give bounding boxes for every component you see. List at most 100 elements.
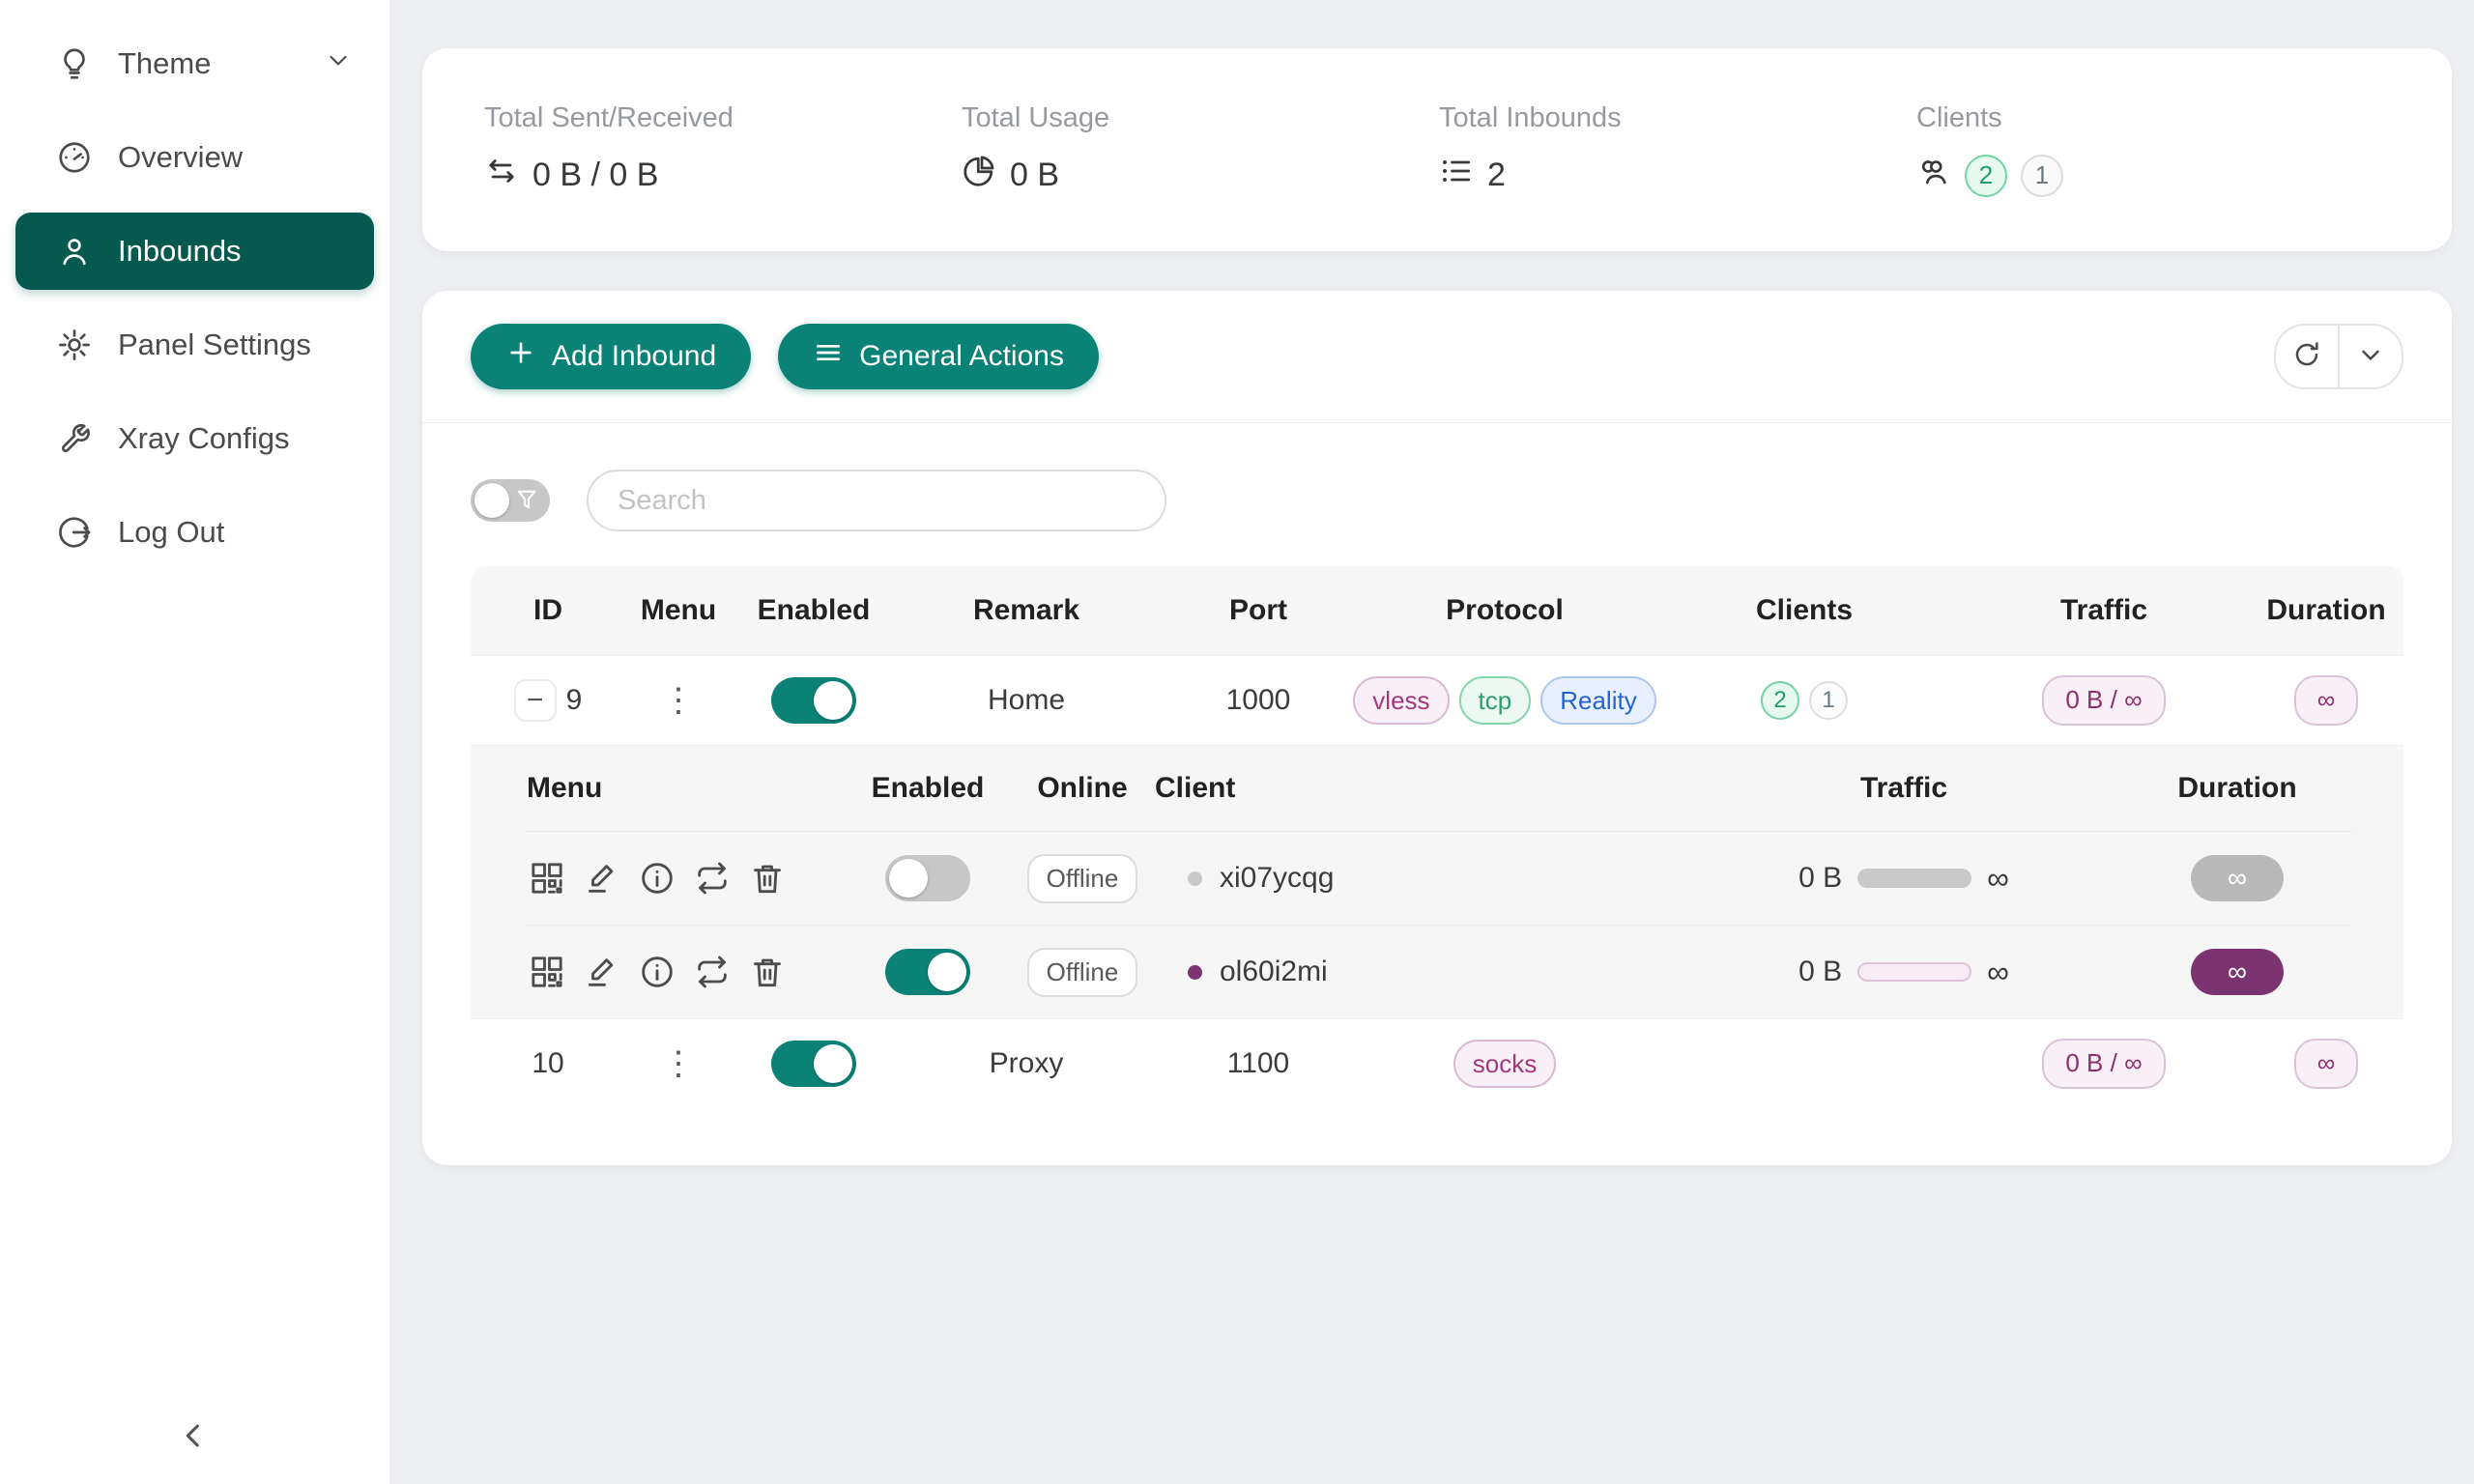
refresh-options-button[interactable] bbox=[2338, 326, 2402, 387]
col-header-menu: Menu bbox=[625, 594, 732, 627]
search-input[interactable] bbox=[587, 470, 1166, 531]
toggle-knob bbox=[889, 859, 928, 898]
col-header-traffic: Traffic bbox=[1959, 594, 2249, 627]
sidebar-item-overview[interactable]: Overview bbox=[15, 119, 374, 196]
xray-panel-app: Theme Overview Inbounds bbox=[0, 0, 2474, 1484]
clients-deactive-badge: 1 bbox=[2021, 155, 2063, 197]
list-icon bbox=[1439, 154, 1474, 197]
edit-icon[interactable] bbox=[582, 952, 622, 992]
general-actions-button[interactable]: General Actions bbox=[778, 324, 1099, 389]
sidebar-item-label: Xray Configs bbox=[118, 421, 289, 456]
stats-card: Total Sent/Received 0 B / 0 B Total Usag… bbox=[422, 48, 2452, 251]
sidebar-item-theme[interactable]: Theme bbox=[15, 25, 374, 102]
col-header-remark: Remark bbox=[896, 594, 1157, 627]
protocol-badge: socks bbox=[1453, 1040, 1556, 1089]
subcol-header-duration: Duration bbox=[2112, 772, 2363, 805]
client-enabled-toggle[interactable] bbox=[885, 949, 970, 995]
sidebar-item-label: Overview bbox=[118, 140, 243, 175]
client-enabled-toggle[interactable] bbox=[885, 855, 970, 901]
subcol-header-traffic: Traffic bbox=[1696, 772, 2112, 805]
row-menu-button[interactable]: ⋮ bbox=[662, 1047, 695, 1080]
stat-label: Clients bbox=[1916, 102, 2394, 134]
traffic-used: 0 B bbox=[1798, 956, 1842, 988]
funnel-icon bbox=[513, 486, 540, 518]
inbound-enabled-toggle[interactable] bbox=[771, 677, 856, 724]
inbound-id: 9 bbox=[566, 684, 583, 717]
refresh-icon bbox=[2292, 340, 2321, 374]
info-icon[interactable] bbox=[637, 952, 677, 992]
col-header-enabled: Enabled bbox=[732, 594, 896, 627]
client-name: xi07ycqg bbox=[1220, 862, 1334, 895]
stat-total-usage: Total Usage 0 B bbox=[962, 102, 1439, 197]
col-header-port: Port bbox=[1157, 594, 1360, 627]
col-header-duration: Duration bbox=[2249, 594, 2403, 627]
table-header-row: ID Menu Enabled Remark Port Protocol Cli… bbox=[471, 566, 2403, 655]
qr-code-icon[interactable] bbox=[527, 952, 567, 992]
chevron-left-icon bbox=[177, 1419, 210, 1457]
lightbulb-icon bbox=[56, 45, 93, 82]
gauge-icon bbox=[56, 139, 93, 176]
users-icon bbox=[1916, 154, 1951, 197]
protocol-badge: vless bbox=[1353, 676, 1449, 726]
search-row bbox=[422, 423, 2452, 566]
refresh-button[interactable] bbox=[2276, 326, 2338, 387]
subcol-header-menu: Menu bbox=[527, 772, 846, 805]
traffic-progress-bar bbox=[1857, 962, 1971, 982]
trash-icon[interactable] bbox=[747, 952, 788, 992]
toggle-knob bbox=[475, 483, 509, 518]
client-row-xi07ycqg: Offline xi07ycqg 0 B ∞ ∞ bbox=[527, 832, 2351, 925]
traffic-progress-bar bbox=[1857, 869, 1971, 888]
subcol-header-client: Client bbox=[1155, 772, 1696, 805]
chevron-down-icon bbox=[324, 45, 353, 82]
filter-toggle[interactable] bbox=[471, 479, 550, 522]
sidebar-menu: Theme Overview Inbounds bbox=[0, 0, 389, 571]
stat-label: Total Sent/Received bbox=[484, 102, 962, 134]
info-icon[interactable] bbox=[637, 858, 677, 899]
sidebar-collapse-button[interactable] bbox=[162, 1407, 224, 1469]
inbound-enabled-toggle[interactable] bbox=[771, 1041, 856, 1087]
sidebar-item-label: Inbounds bbox=[118, 234, 242, 269]
duration-tag: ∞ bbox=[2294, 1039, 2359, 1088]
stat-value-text: 0 B / 0 B bbox=[532, 157, 658, 194]
sidebar-item-log-out[interactable]: Log Out bbox=[15, 494, 374, 571]
clients-enabled-count: 2 bbox=[1761, 681, 1799, 720]
traffic-used: 0 B bbox=[1798, 862, 1842, 895]
client-actions bbox=[527, 858, 846, 899]
stat-label: Total Usage bbox=[962, 102, 1439, 134]
sidebar-item-label: Panel Settings bbox=[118, 328, 311, 362]
inbound-remark: Home bbox=[896, 684, 1157, 717]
toggle-knob bbox=[814, 681, 852, 720]
sidebar-item-inbounds[interactable]: Inbounds bbox=[15, 213, 374, 290]
traffic-tag: 0 B / ∞ bbox=[2042, 1039, 2165, 1088]
inbound-row-10: 10 ⋮ Proxy 1100 socks 0 B / ∞ ∞ bbox=[471, 1018, 2403, 1108]
stat-value-text: 0 B bbox=[1010, 157, 1059, 194]
qr-code-icon[interactable] bbox=[527, 858, 567, 899]
reset-traffic-icon[interactable] bbox=[692, 858, 733, 899]
subtable-header-row: Menu Enabled Online Client Traffic Durat… bbox=[527, 746, 2351, 832]
online-status-badge: Offline bbox=[1027, 854, 1138, 903]
security-badge: Reality bbox=[1540, 676, 1655, 726]
trash-icon[interactable] bbox=[747, 858, 788, 899]
collapse-row-button[interactable]: − bbox=[514, 679, 557, 722]
client-status-dot bbox=[1188, 871, 1202, 886]
sidebar-item-panel-settings[interactable]: Panel Settings bbox=[15, 306, 374, 384]
edit-icon[interactable] bbox=[582, 858, 622, 899]
inbound-row-9: − 9 ⋮ Home 1000 vless tcp Reality bbox=[471, 655, 2403, 745]
add-inbound-button[interactable]: Add Inbound bbox=[471, 324, 751, 389]
plus-icon bbox=[505, 337, 536, 376]
inbounds-table: ID Menu Enabled Remark Port Protocol Cli… bbox=[471, 566, 2403, 1108]
main-content: Total Sent/Received 0 B / 0 B Total Usag… bbox=[389, 0, 2474, 1484]
toggle-knob bbox=[928, 953, 966, 991]
traffic-cap: ∞ bbox=[1987, 956, 2009, 987]
sidebar-item-xray-configs[interactable]: Xray Configs bbox=[15, 400, 374, 477]
row-menu-button[interactable]: ⋮ bbox=[662, 684, 695, 717]
reset-traffic-icon[interactable] bbox=[692, 952, 733, 992]
pie-chart-icon bbox=[962, 154, 996, 197]
user-icon bbox=[56, 233, 93, 270]
sidebar: Theme Overview Inbounds bbox=[0, 0, 389, 1484]
inbound-remark: Proxy bbox=[896, 1047, 1157, 1080]
clients-online-badge: 2 bbox=[1965, 155, 2007, 197]
refresh-split-button bbox=[2274, 324, 2403, 389]
inbounds-panel-card: Add Inbound General Actions bbox=[422, 291, 2452, 1165]
client-duration-pill: ∞ bbox=[2191, 949, 2284, 995]
